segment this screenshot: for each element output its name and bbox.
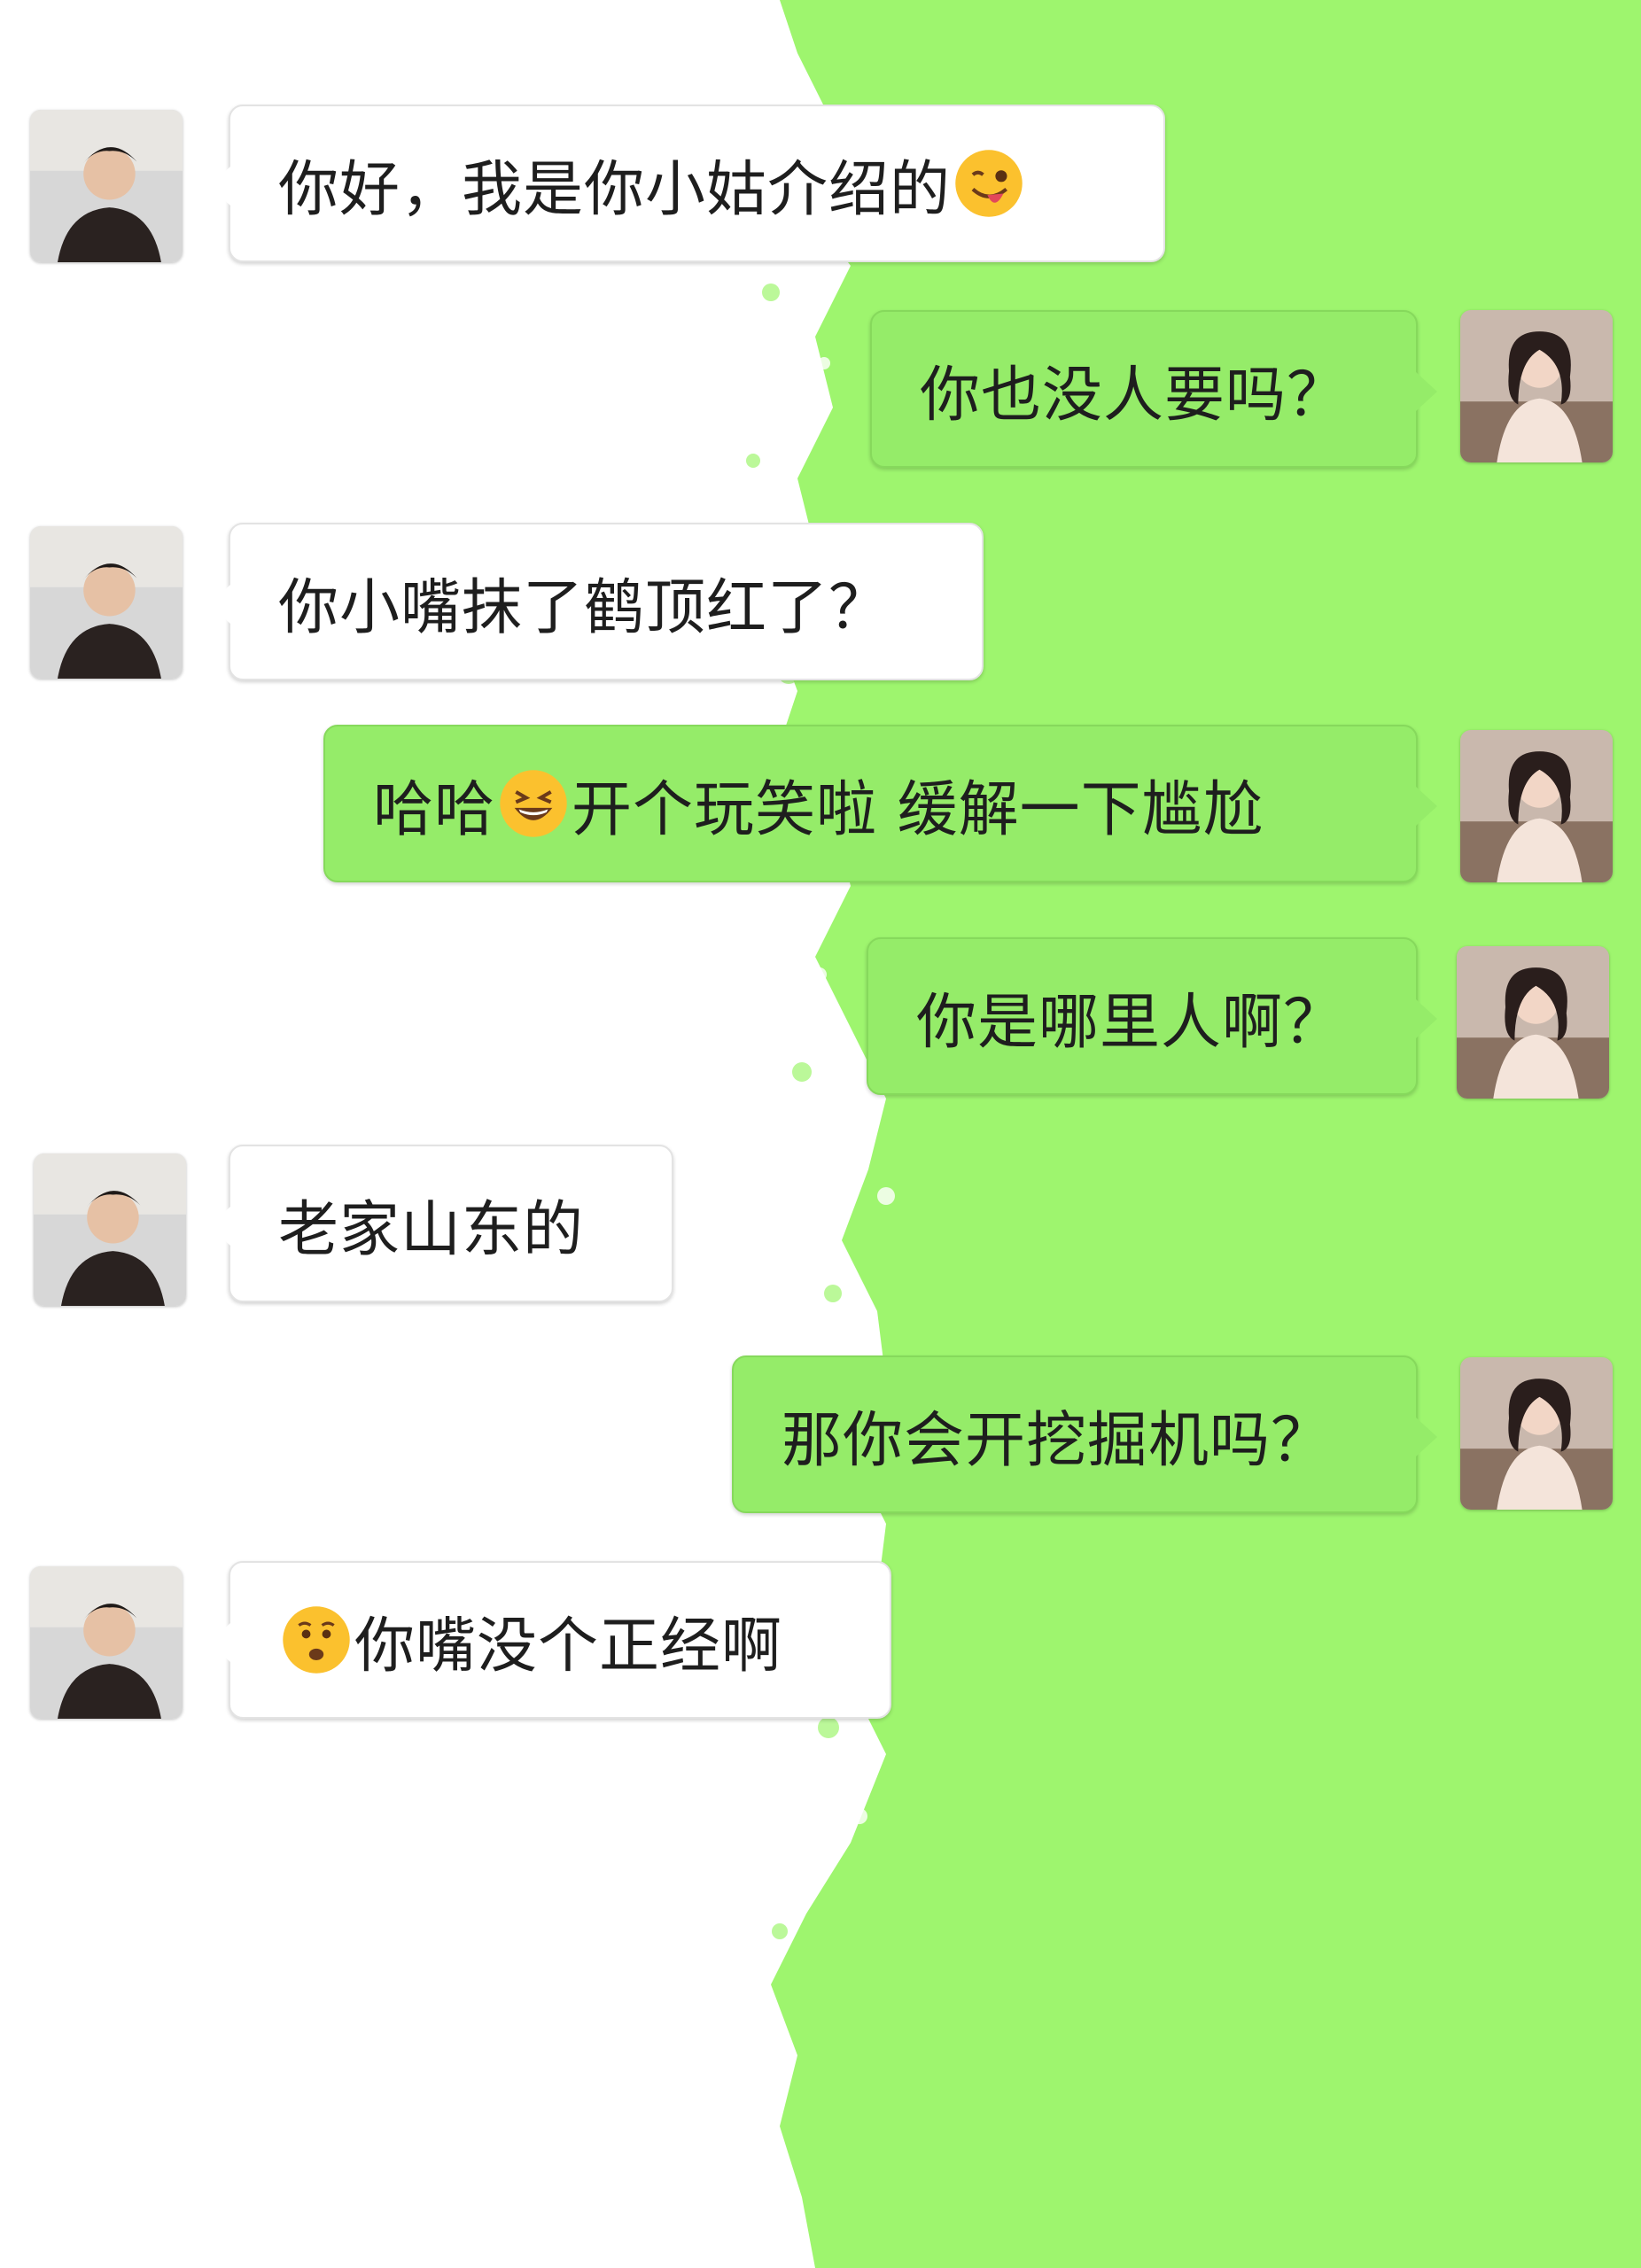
message-text: 你好，我是你小姑介绍的 — [278, 154, 952, 225]
message-bubble-outgoing[interactable]: 哈哈 开个玩笑啦 缓解一下尴尬 — [323, 725, 1437, 882]
message-bubble-incoming[interactable]: 你小嘴抹了鹤顶红了？ — [209, 523, 984, 680]
message-text: 你也没人要吗？ — [920, 360, 1349, 431]
message-bubble-outgoing[interactable]: 那你会开挖掘机吗？ — [732, 1355, 1437, 1513]
bubble-tail — [209, 1623, 230, 1662]
message-text: 开个玩笑啦 缓解一下尴尬 — [572, 774, 1264, 845]
male-avatar[interactable] — [30, 110, 183, 262]
message-text-prefix: 哈哈 — [373, 774, 496, 845]
bubble-tail — [1416, 372, 1437, 411]
message-bubble-incoming[interactable]: 你嘴没个正经啊 — [209, 1561, 891, 1719]
winking-tongue-emoji-icon — [953, 147, 1025, 220]
female-avatar[interactable] — [1460, 730, 1613, 882]
message-bubble-outgoing[interactable]: 你也没人要吗？ — [870, 310, 1437, 468]
message-text: 你嘴没个正经啊 — [354, 1611, 783, 1682]
worried-face-emoji-icon — [280, 1604, 353, 1676]
male-avatar[interactable] — [30, 526, 183, 679]
bubble-tail — [209, 167, 230, 206]
female-avatar[interactable] — [1457, 946, 1609, 1099]
message-text: 那你会开挖掘机吗？ — [782, 1405, 1333, 1476]
grinning-squinting-emoji-icon — [497, 767, 570, 840]
bubble-tail — [1416, 999, 1437, 1038]
male-avatar[interactable] — [34, 1153, 186, 1306]
message-bubble-incoming[interactable]: 老家山东的 — [209, 1145, 673, 1302]
bubble-tail — [209, 585, 230, 624]
message-text: 你小嘴抹了鹤顶红了？ — [278, 572, 890, 643]
female-avatar[interactable] — [1460, 1357, 1613, 1510]
bubble-tail — [1416, 1418, 1437, 1456]
message-text: 老家山东的 — [278, 1194, 585, 1265]
female-avatar[interactable] — [1460, 310, 1613, 462]
message-bubble-outgoing[interactable]: 你是哪里人啊？ — [867, 937, 1437, 1095]
bubble-tail — [209, 1207, 230, 1246]
message-text: 你是哪里人啊？ — [916, 987, 1345, 1058]
bubble-tail — [1416, 787, 1437, 826]
message-bubble-incoming[interactable]: 你好，我是你小姑介绍的 — [209, 105, 1165, 262]
male-avatar[interactable] — [30, 1566, 183, 1719]
